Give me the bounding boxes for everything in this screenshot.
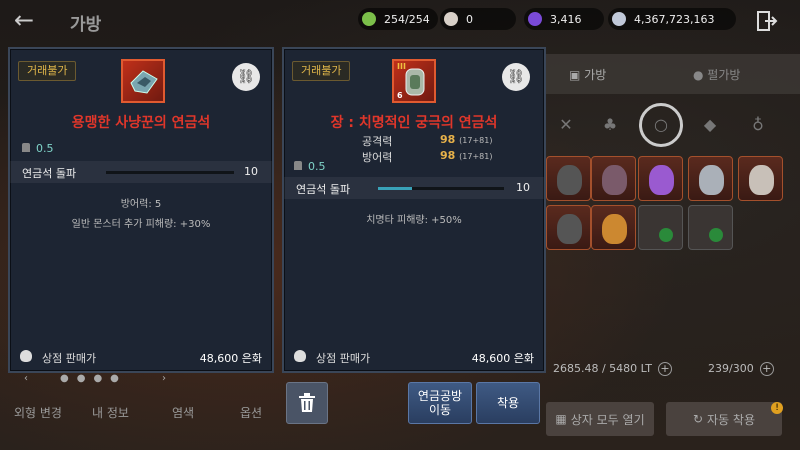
pager-dots: ●●●● [60,373,127,384]
stat-value-attack: 98 (17+81) [440,133,493,146]
item-weight: 0.5 [294,160,326,173]
weight-icon [22,143,30,152]
energy-currency: 254/254 [358,8,438,30]
purple-crystal-icon [528,12,542,26]
inventory-slot[interactable] [546,205,591,250]
accessory-category-icon[interactable]: ○ [639,103,683,147]
box-icon: ▦ [555,412,567,426]
add-slots-icon[interactable]: + [759,362,774,376]
pearl-currency: 0 [440,8,516,30]
weight-icon [294,161,302,170]
inventory-slot[interactable] [638,156,683,201]
breakthrough-bar [106,171,234,174]
inventory-weight: 2685.48 / 5480 LT + [553,362,673,376]
item-weight: 0.5 [22,142,54,155]
silver-coin-icon [612,12,626,26]
inventory-slot[interactable] [591,205,636,250]
untradeable-tag: 거래불가 [292,61,351,81]
page-title: 가방 [70,15,102,35]
inventory-slot[interactable] [688,205,733,250]
open-all-boxes-button[interactable]: ▦ 상자 모두 열기 [546,402,654,436]
effect-line: 치명타 피해량: +50% [366,215,462,226]
armor-category-icon[interactable]: ♣ [597,112,623,138]
auto-equip-button[interactable]: ↻ 자동 착용 [666,402,782,436]
breakthrough-row: 연금석 돌파 10 [284,177,544,199]
appearance-tab[interactable]: 외형 변경 [14,404,62,421]
pager-prev-icon[interactable]: ‹ [24,373,28,384]
item-tooltip-right: 거래불가 III 6 ⛓ 장 : 치명적인 궁극의 연금석 공격력 98 (17… [282,47,546,373]
stat-value-defense: 98 (17+81) [440,149,493,162]
delete-button[interactable] [286,382,328,424]
untradeable-tag: 거래불가 [18,61,77,81]
breakthrough-bar [378,187,504,190]
effect-line: 일반 몬스터 추가 피해량: +30% [71,219,211,230]
add-weight-icon[interactable]: + [658,362,673,376]
sell-price-row: 상점 판매가 48,600 은화 [20,349,262,365]
pager-next-icon[interactable]: › [162,373,166,384]
tab-bag[interactable]: ▣ 가방 [569,66,606,83]
back-arrow-icon[interactable]: ← [14,8,34,32]
stat-label-defense: 방어력 [362,151,393,164]
breakthrough-row: 연금석 돌파 10 [10,161,272,183]
refresh-icon: ↻ [692,412,704,426]
link-icon[interactable]: ⛓ [502,63,530,91]
equip-button[interactable]: 착용 [476,382,540,424]
item-name: 장 : 치명적인 궁극의 연금석 [330,115,498,131]
weapon-category-icon[interactable]: ✕ [553,112,579,138]
trash-icon [299,393,315,412]
potion-category-icon[interactable]: ♁ [745,112,771,138]
tab-pearl-bag[interactable]: ● 펄가방 [693,66,740,83]
link-icon[interactable]: ⛓ [232,63,260,91]
notification-badge: ! [771,402,783,414]
option-tab[interactable]: 옵션 [240,404,262,421]
inventory-tabs: ▣ 가방 ● 펄가방 [545,54,800,94]
alchemy-stone-icon: III 6 [392,59,436,103]
category-row: ✕ ♣ ○ ◆ ♁ [545,100,800,150]
money-bag-icon [20,350,32,362]
pearl-icon [444,12,458,26]
crystal-currency: 3,416 [524,8,604,30]
silver-currency: 4,367,723,163 [608,8,736,30]
inventory-slot[interactable] [688,156,733,201]
exit-icon[interactable] [756,10,778,32]
item-name: 용맹한 사냥꾼의 연금석 [71,115,211,131]
inventory-slots: 239/300 + [708,362,774,376]
inventory-slot[interactable] [738,156,783,201]
alchemy-stone-category-icon[interactable]: ◆ [697,112,723,138]
effect-line: 방어력: 5 [120,199,162,210]
inventory-slot[interactable] [638,205,683,250]
alchemy-stone-icon [121,59,165,103]
sell-price-row: 상점 판매가 48,600 은화 [294,349,534,365]
stat-label-attack: 공격력 [362,135,393,148]
money-bag-icon [294,350,306,362]
alchemy-workshop-button[interactable]: 연금공방 이동 [408,382,472,424]
my-info-tab[interactable]: 내 정보 [92,404,129,421]
item-tooltip-left: 거래불가 ⛓ 용맹한 사냥꾼의 연금석 0.5 연금석 돌파 10 방어력: 5… [8,47,274,373]
top-bar: ← 가방 254/254 0 3,416 4,367,723,163 [0,0,800,40]
breakthrough-fill [378,187,413,190]
dye-tab[interactable]: 염색 [172,404,194,421]
energy-icon [362,12,376,26]
inventory-slot[interactable] [546,156,591,201]
inventory-slot[interactable] [591,156,636,201]
